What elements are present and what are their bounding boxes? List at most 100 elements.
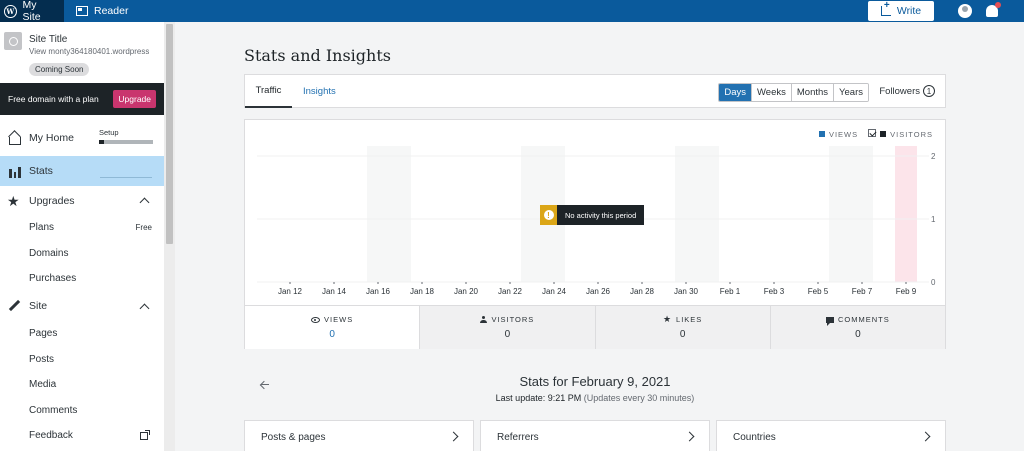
- summary-likes-value: 0: [679, 329, 686, 340]
- sidebar-item-feedback[interactable]: Feedback: [0, 423, 164, 449]
- masterbar-right: Write: [868, 0, 1024, 22]
- weekend-shade: [829, 146, 873, 282]
- summary-visitors-label: VISITORS: [491, 315, 535, 324]
- followers-label: Followers: [879, 85, 920, 97]
- home-icon: [7, 131, 21, 145]
- x-tick-label: Jan 12: [278, 287, 303, 296]
- period-days[interactable]: Days: [719, 84, 753, 101]
- comment-icon: [826, 316, 834, 326]
- star-icon: ★: [662, 314, 673, 324]
- sidebar-item-pages[interactable]: Pages: [0, 321, 164, 347]
- sidebar-item-label: Posts: [29, 353, 55, 365]
- notifications-icon[interactable]: [986, 2, 1001, 17]
- write-label: Write: [896, 5, 922, 17]
- summary-tab-views[interactable]: VIEWS 0: [245, 306, 420, 349]
- external-link-icon: [140, 430, 150, 441]
- sidebar-item-site[interactable]: Site: [0, 292, 164, 321]
- site-card[interactable]: Site Title View monty364180401.wordpress…: [0, 22, 164, 83]
- sidebar-item-media[interactable]: Media: [0, 372, 164, 398]
- avatar[interactable]: [958, 4, 972, 18]
- module-posts-pages[interactable]: Posts & pages: [244, 420, 474, 451]
- followers-count-badge: 1: [923, 85, 935, 97]
- y-tick-label: 0: [931, 278, 936, 287]
- sidebar-item-label: Pages: [29, 328, 58, 340]
- chevron-right-icon: [684, 431, 695, 442]
- no-activity-text: No activity this period: [557, 205, 645, 225]
- module-title: Countries: [733, 432, 776, 443]
- x-tick-label: Feb 1: [720, 287, 741, 296]
- domain-banner: Free domain with a plan Upgrade: [0, 83, 164, 115]
- stats-tabs-card: Traffic Insights Days Weeks Months Years…: [244, 74, 946, 108]
- setup-progress-fill: [99, 140, 105, 144]
- stats-icon: [7, 164, 21, 178]
- visitors-checkbox[interactable]: [868, 129, 877, 137]
- summary-comments-label: COMMENTS: [838, 315, 890, 324]
- summary-likes-label: LIKES: [676, 315, 703, 324]
- no-activity-notice: ! No activity this period: [540, 205, 645, 225]
- x-tick-label: Jan 18: [410, 287, 435, 296]
- period-years[interactable]: Years: [834, 84, 868, 101]
- legend-visitors-swatch: [880, 131, 887, 137]
- domain-banner-text: Free domain with a plan: [8, 94, 99, 104]
- sidebar-item-comments[interactable]: Comments: [0, 398, 164, 424]
- tab-traffic[interactable]: Traffic: [245, 75, 292, 108]
- setup-label: Setup: [99, 128, 119, 137]
- summary-visitors-value: 0: [504, 329, 511, 340]
- sidebar-item-label: Stats: [29, 165, 53, 177]
- x-tick-label: Jan 24: [542, 287, 567, 296]
- upgrade-button[interactable]: Upgrade: [113, 90, 156, 108]
- free-badge: Free: [135, 223, 152, 233]
- sidebar-scrollbar-thumb[interactable]: [166, 24, 173, 244]
- stats-sparkline: [100, 177, 152, 178]
- x-tick-label: Jan 20: [454, 287, 479, 296]
- module-countries[interactable]: Countries: [716, 420, 946, 451]
- summary-tab-comments[interactable]: COMMENTS 0: [769, 306, 945, 349]
- sidebar-scrollbar[interactable]: [164, 22, 175, 451]
- my-site-button[interactable]: W My Site: [0, 0, 64, 23]
- x-tick-label: Feb 5: [808, 287, 829, 296]
- summary-tab-likes[interactable]: ★ LIKES 0: [594, 306, 770, 349]
- weekend-shade: [675, 146, 719, 282]
- wordpress-logo-icon: W: [4, 4, 17, 18]
- chevron-right-icon: [448, 431, 459, 442]
- write-button[interactable]: Write: [868, 0, 934, 21]
- reader-icon: [76, 6, 88, 16]
- reader-label: Reader: [94, 5, 129, 17]
- write-icon: [880, 0, 891, 16]
- summary-tab-visitors[interactable]: VISITORS 0: [419, 306, 595, 349]
- weekend-shade: [367, 146, 411, 282]
- stats-date-heading: Stats for February 9, 2021: [519, 374, 671, 389]
- x-tick-label: Jan 28: [630, 287, 655, 296]
- sidebar-item-label: Media: [29, 379, 57, 391]
- sidebar-item-purchases[interactable]: Purchases: [0, 266, 164, 292]
- my-site-label: My Site: [22, 0, 41, 23]
- module-title: Referrers: [497, 432, 539, 443]
- selected-day-shade: [895, 146, 917, 282]
- sidebar-item-label: Feedback: [29, 430, 73, 442]
- last-update-time: Last update: 9:21 PM: [495, 393, 582, 403]
- period-weeks[interactable]: Weeks: [752, 84, 792, 101]
- sidebar-item-plans[interactable]: Plans Free: [0, 215, 164, 241]
- sidebar-item-stats[interactable]: Stats: [0, 156, 164, 186]
- reader-button[interactable]: Reader: [64, 0, 136, 22]
- followers-link[interactable]: Followers 1: [879, 85, 935, 97]
- eye-icon: [311, 316, 321, 323]
- pencil-icon: [7, 299, 21, 313]
- sidebar-item-upgrades[interactable]: ★ Upgrades: [0, 186, 164, 215]
- legend-views-swatch: [818, 130, 825, 137]
- sidebar-item-label: Site: [29, 300, 48, 313]
- sidebar: Site Title View monty364180401.wordpress…: [0, 22, 164, 451]
- site-url-link[interactable]: View monty364180401.wordpress.com: [29, 47, 149, 56]
- period-months[interactable]: Months: [791, 84, 835, 101]
- tab-insights[interactable]: Insights: [303, 75, 336, 108]
- sidebar-item-label: Upgrades: [29, 194, 75, 207]
- legend-visitors[interactable]: VISITORS: [868, 129, 933, 139]
- sidebar-item-label: Plans: [29, 222, 55, 234]
- module-referrers[interactable]: Referrers: [480, 420, 710, 451]
- summary-views-label: VIEWS: [324, 315, 354, 324]
- x-tick-label: Feb 7: [852, 287, 873, 296]
- sidebar-item-posts[interactable]: Posts: [0, 346, 164, 372]
- sidebar-item-domains[interactable]: Domains: [0, 241, 164, 267]
- sidebar-item-my-home[interactable]: My Home Setup: [0, 123, 164, 152]
- setup-progress-bar: [99, 140, 153, 144]
